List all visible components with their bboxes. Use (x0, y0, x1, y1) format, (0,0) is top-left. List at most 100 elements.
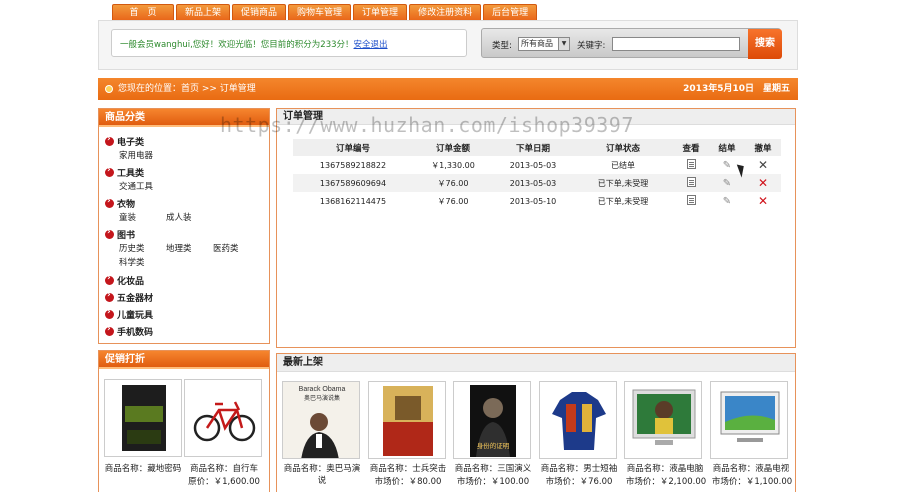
obama-book-image: Barack Obama 奥巴马演说集 (283, 382, 359, 458)
new-product-name[interactable]: 商品名称：液晶电视 (708, 463, 794, 475)
new-product-image[interactable]: Barack Obama 奥巴马演说集 (282, 381, 360, 459)
new-product-image[interactable] (624, 381, 702, 459)
top-bar: 一般会员wanghui,您好！欢迎光临！您目前的积分为233分！安全退出 类型:… (98, 20, 798, 70)
new-product-name[interactable]: 商品名称：奥巴马演说 (282, 463, 362, 487)
category-clothing[interactable]: 衣物 (105, 196, 135, 210)
category-cosmetics[interactable]: 化妆品 (105, 273, 144, 287)
subcategory-kids[interactable]: 童装 (119, 211, 136, 223)
cancel-order-icon[interactable]: ✕ (758, 159, 768, 171)
book-cover-title: Barack Obama (299, 386, 346, 393)
keyword-label: 关键字: (577, 41, 606, 51)
category-digital[interactable]: 手机数码 (105, 324, 153, 338)
page: 首 页 新品上架 促销商品 购物车管理 订单管理 修改注册资料 后台管理 一般会… (0, 0, 900, 492)
promo-product-image[interactable] (104, 379, 182, 457)
table-row: 1368162114475 ￥76.00 2013-05-10 已下单,未受理 … (293, 192, 781, 210)
subcategory-history[interactable]: 历史类 (119, 242, 145, 254)
table-row: 1367589218822 ￥1,330.00 2013-05-03 已结单 ✎… (293, 156, 781, 174)
new-product-image[interactable] (539, 381, 617, 459)
category-hardware[interactable]: 五金器材 (105, 290, 153, 304)
col-cancel: 撤单 (745, 139, 781, 156)
welcome-text: 一般会员wanghui,您好！欢迎光临！您目前的积分为233分！ (120, 40, 354, 50)
settle-order-icon[interactable]: ✎ (723, 178, 731, 189)
arrow-bullet-icon (105, 273, 114, 285)
new-product-name[interactable]: 商品名称：男士短袖 (536, 463, 622, 475)
new-product-price: 市场价：￥2,100.00 (625, 477, 707, 487)
col-date: 下单日期 (493, 139, 573, 156)
soldier-book-image (383, 386, 433, 456)
cancel-order-icon[interactable]: ✕ (758, 177, 768, 189)
new-product-name[interactable]: 商品名称：液晶电脑 (622, 463, 708, 475)
order-id: 1367589609694 (293, 174, 413, 192)
new-product-price: 市场价：￥100.00 (456, 477, 530, 487)
book-cover-image (122, 385, 166, 451)
arrow-bullet-icon (105, 324, 114, 336)
promo-panel-title: 促销打折 (99, 351, 269, 369)
book-cover-subtitle: 奥巴马演说集 (304, 394, 340, 402)
subcategory-adults[interactable]: 成人装 (166, 211, 192, 223)
type-label: 类型: (492, 41, 512, 51)
view-order-icon[interactable] (686, 195, 696, 205)
bicycle-image (193, 401, 256, 442)
new-product-name[interactable]: 商品名称：三国演义 (451, 463, 535, 475)
table-row: 1367589609694 ￥76.00 2013-05-03 已下单,未受理 … (293, 174, 781, 192)
nav-orders[interactable]: 订单管理 (353, 4, 408, 20)
nav-new-products[interactable]: 新品上架 (176, 4, 231, 20)
order-status: 已下单,未受理 (573, 174, 673, 192)
new-product-price: 市场价：￥76.00 (545, 477, 613, 487)
promo-product-name[interactable]: 商品名称：藏地密码 (104, 463, 182, 475)
subcategory-geography[interactable]: 地理类 (166, 242, 192, 254)
view-order-icon[interactable] (686, 159, 696, 169)
new-arrivals-title: 最新上架 (277, 354, 795, 372)
nav-edit-profile[interactable]: 修改注册资料 (409, 4, 482, 20)
nav-promotions[interactable]: 促销商品 (232, 4, 287, 20)
arrow-bullet-icon (105, 196, 114, 208)
promo-product-image[interactable] (184, 379, 262, 457)
breadcrumb: 您现在的位置：首页 >> 订单管理 2013年5月10日 星期五 (98, 78, 798, 100)
promo-panel: 促销打折 商品名称：藏地密码 商品名称：自行车 原价：￥1,600.00 (98, 350, 270, 492)
new-product-image[interactable] (368, 381, 446, 459)
current-date: 2013年5月10日 星期五 (683, 84, 790, 94)
breadcrumb-text: 您现在的位置：首页 >> 订单管理 (118, 84, 256, 94)
location-icon (105, 85, 113, 93)
new-product-name[interactable]: 商品名称：士兵突击 (366, 463, 450, 475)
col-view: 查看 (673, 139, 709, 156)
orders-table: 订单编号 订单金额 下单日期 订单状态 查看 结单 撤单 13675892188… (293, 139, 781, 210)
arrow-bullet-icon (105, 290, 114, 302)
new-arrivals-panel: 最新上架 Barack Obama 奥巴马演说集 身份的证明 商品名称：奥巴马演… (276, 353, 796, 492)
settle-order-icon[interactable]: ✎ (723, 160, 731, 171)
watermark-text: https://www.huzhan.com/ishop39397 (220, 113, 634, 137)
new-product-image[interactable] (710, 381, 788, 459)
category-panel: 商品分类 电子类 家用电器 工具类 交通工具 衣物 童装 成人装 图书 历史类 … (98, 108, 270, 344)
type-select[interactable]: 所有商品 ▼ (518, 37, 570, 51)
cancel-order-icon[interactable]: ✕ (758, 195, 768, 207)
chevron-down-icon: ▼ (558, 38, 569, 50)
main-nav: 首 页 新品上架 促销商品 购物车管理 订单管理 修改注册资料 后台管理 (112, 4, 538, 20)
promo-product-name[interactable]: 商品名称：自行车 (184, 463, 264, 475)
search-button[interactable]: 搜索 (748, 29, 782, 59)
category-electronics[interactable]: 电子类 (105, 134, 144, 148)
subcategory-science[interactable]: 科学类 (119, 256, 145, 268)
order-date: 2013-05-10 (509, 196, 557, 206)
order-amount: ￥1,330.00 (431, 160, 475, 170)
subcategory-vehicles[interactable]: 交通工具 (119, 180, 153, 192)
order-id: 1368162114475 (319, 196, 387, 206)
movie-cover-title: 身份的证明 (477, 441, 510, 450)
col-settle: 结单 (709, 139, 745, 156)
subcategory-medicine[interactable]: 医药类 (213, 242, 239, 254)
category-toys[interactable]: 儿童玩具 (105, 307, 153, 321)
order-amount: ￥76.00 (413, 174, 493, 192)
category-tools[interactable]: 工具类 (105, 165, 144, 179)
movie-cover-image: 身份的证明 (470, 385, 516, 457)
nav-cart[interactable]: 购物车管理 (288, 4, 352, 20)
subcategory-appliances[interactable]: 家用电器 (119, 149, 153, 161)
view-order-icon[interactable] (686, 177, 696, 187)
category-books[interactable]: 图书 (105, 227, 135, 241)
keyword-input[interactable] (612, 37, 740, 51)
promo-product-price: 原价：￥1,600.00 (188, 477, 260, 487)
settle-order-icon[interactable]: ✎ (723, 196, 731, 207)
type-select-value: 所有商品 (521, 39, 553, 48)
logout-link[interactable]: 安全退出 (354, 40, 388, 50)
nav-home[interactable]: 首 页 (112, 4, 174, 20)
nav-admin[interactable]: 后台管理 (483, 4, 538, 20)
new-product-image[interactable]: 身份的证明 (453, 381, 531, 459)
